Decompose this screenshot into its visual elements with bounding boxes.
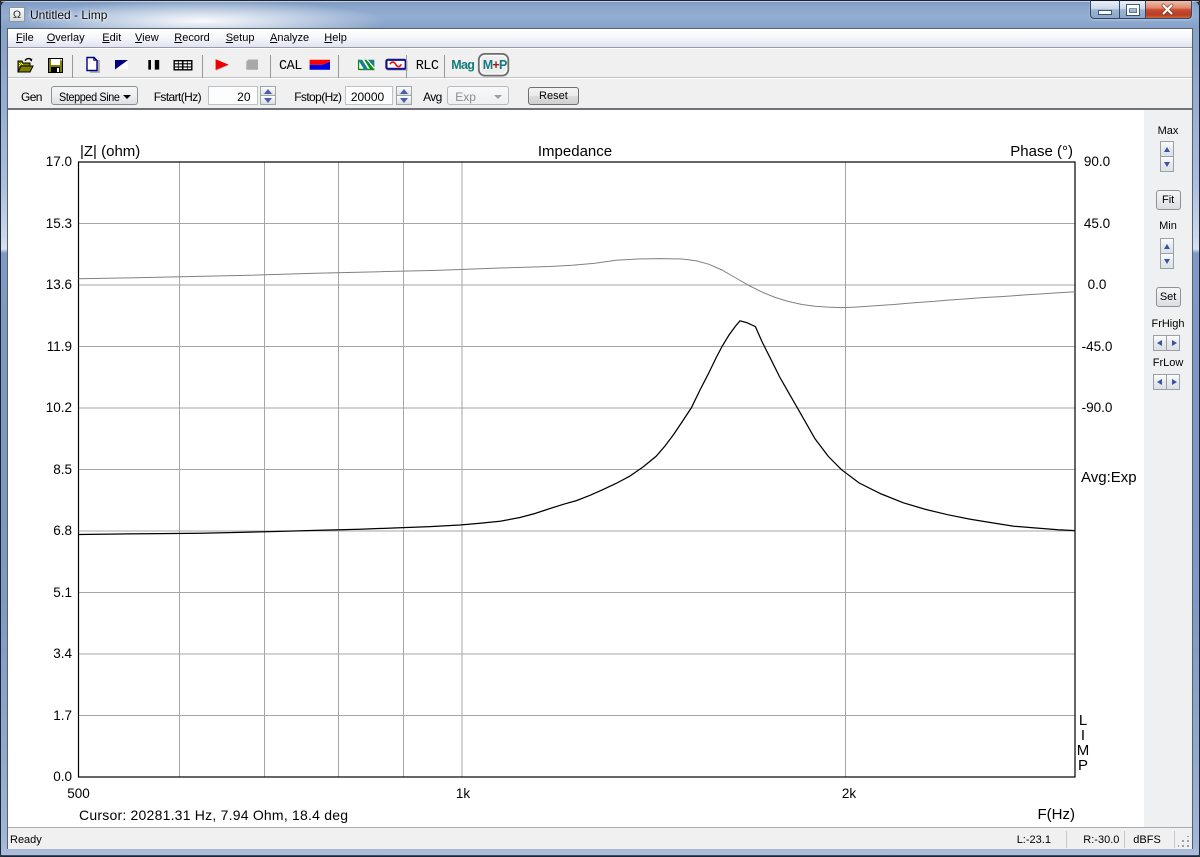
svg-text:CAL: CAL: [279, 59, 302, 74]
svg-text:M+P: M+P: [483, 58, 507, 72]
svg-text:RLC: RLC: [416, 59, 439, 74]
svg-text:Mag: Mag: [451, 58, 474, 72]
